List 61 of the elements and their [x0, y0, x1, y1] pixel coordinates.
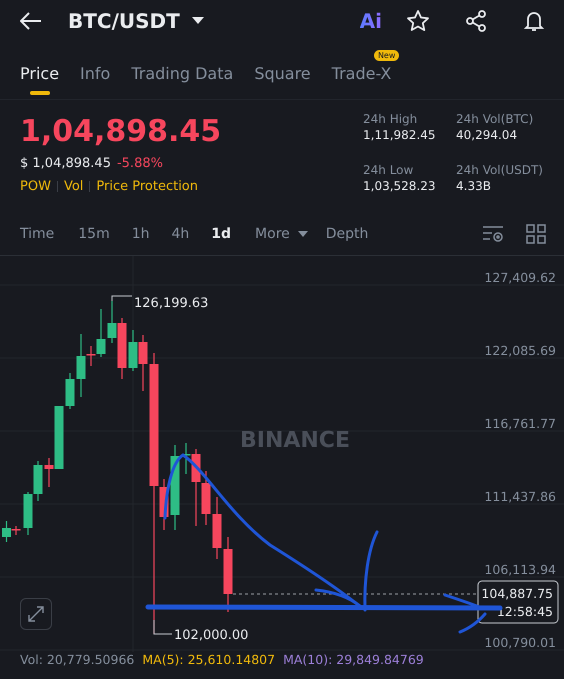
- interval-tab[interactable]: 1d: [211, 226, 232, 242]
- tab[interactable]: Trading Data: [131, 54, 234, 95]
- countdown-timer: 12:58:45: [496, 604, 553, 619]
- candle: [128, 330, 138, 371]
- interval-tab[interactable]: Time: [20, 226, 54, 242]
- price-change: -5.88%: [116, 156, 163, 171]
- tab[interactable]: Price: [20, 54, 60, 95]
- tab[interactable]: Info: [80, 54, 110, 95]
- caret-icon[interactable]: [192, 17, 204, 25]
- chart-settings-icon[interactable]: [482, 224, 504, 242]
- caret-icon: [298, 230, 308, 236]
- stat-label: 24h High: [363, 112, 418, 126]
- leader-line: [154, 620, 172, 634]
- pair-title[interactable]: BTC/USDT: [68, 9, 180, 33]
- candle: [24, 492, 32, 535]
- candle: [138, 335, 148, 391]
- back-icon[interactable]: [20, 12, 42, 30]
- grid-icon[interactable]: [526, 224, 546, 244]
- interval-tab[interactable]: 15m: [78, 226, 110, 242]
- stat-label: 24h Vol(BTC): [456, 112, 534, 126]
- last-price: 1,04,898.45: [20, 114, 222, 150]
- candle: [66, 373, 74, 409]
- current-price: 104,887.75: [481, 586, 553, 601]
- new-badge: New: [374, 50, 400, 61]
- tag-link[interactable]: Price Protection: [96, 179, 198, 194]
- price-axis-label: 100,790.01: [484, 635, 556, 650]
- bell-icon[interactable]: [522, 9, 546, 33]
- share-icon[interactable]: [464, 9, 488, 33]
- indicator-value: MA(10): 29,849.84769: [283, 652, 424, 668]
- price-axis-label: 106,113.94: [484, 562, 556, 577]
- interval-tab[interactable]: 1h: [132, 226, 150, 242]
- price-axis-label: 127,409.62: [484, 270, 556, 285]
- pen-stroke: [458, 612, 486, 634]
- fiat-price: $ 1,04,898.45: [20, 156, 111, 171]
- candle: [202, 471, 210, 525]
- tab[interactable]: Square: [254, 54, 311, 95]
- price-axis-label: 116,761.77: [484, 416, 556, 431]
- price-axis-label: 111,437.86: [484, 489, 556, 504]
- price-axis-label: 122,085.69: [484, 343, 556, 358]
- stat-label: 24h Low: [363, 163, 414, 177]
- interval-tab[interactable]: Depth: [326, 226, 368, 242]
- interval-tab[interactable]: More: [255, 226, 308, 242]
- indicator-value: Vol: 20,779.50966: [20, 652, 134, 668]
- candle: [34, 461, 42, 501]
- expand-icon: [27, 605, 45, 623]
- high-price-marker: 126,199.63: [134, 296, 208, 311]
- stat-value: 4.33B: [456, 179, 492, 193]
- stat-value: 40,294.04: [456, 128, 518, 142]
- star-icon[interactable]: [406, 9, 430, 33]
- tag-link[interactable]: Vol: [64, 179, 84, 194]
- stat-value: 1,03,528.23: [363, 179, 437, 193]
- expand-button[interactable]: [20, 598, 52, 630]
- low-price-marker: 102,000.00: [174, 628, 248, 643]
- interval-tab[interactable]: 4h: [172, 226, 190, 242]
- stat-label: 24h Vol(USDT): [456, 163, 544, 177]
- chart-watermark: BINANCE: [240, 428, 350, 453]
- indicator-value: MA(5): 25,610.14807: [142, 652, 276, 668]
- candle: [212, 497, 222, 559]
- stat-value: 1,11,982.45: [363, 128, 437, 142]
- tag-link[interactable]: POW: [20, 179, 51, 194]
- leader-line: [112, 296, 132, 302]
